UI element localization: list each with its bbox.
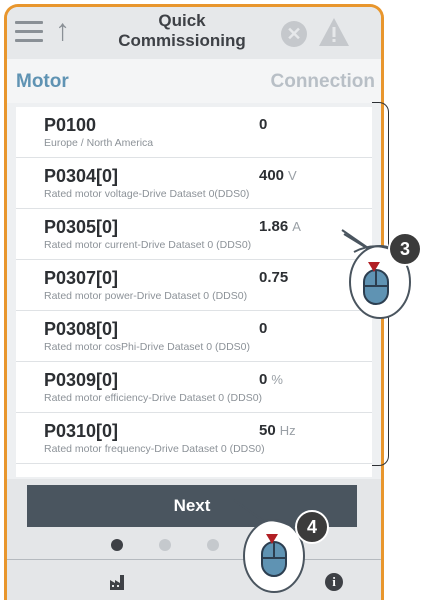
param-description: Rated motor power-Drive Dataset 0 (DDS0)	[44, 290, 248, 302]
param-id: P0305[0]	[44, 217, 119, 237]
page-dot-active[interactable]	[111, 539, 123, 551]
title-line-1: Quick	[158, 11, 206, 30]
param-description: Rated motor voltage-Drive Dataset 0(DDS0…	[44, 188, 250, 200]
page-dot[interactable]	[207, 539, 219, 551]
parameter-list[interactable]: P0100 Europe / North America 0 P0304[0] …	[16, 107, 372, 477]
menu-icon[interactable]	[15, 21, 43, 43]
step-badge: 3	[388, 232, 422, 266]
parameter-row[interactable]: P0305[0] Rated motor current-Drive Datas…	[16, 209, 372, 260]
value-number: 50	[259, 422, 276, 439]
parameter-row[interactable]: P0309[0] Rated motor efficiency-Drive Da…	[16, 362, 372, 413]
page-dot[interactable]	[159, 539, 171, 551]
param-value: 50 Hz	[259, 422, 296, 439]
phone-frame: ↑ Quick Commissioning ✕ Motor Connection…	[4, 4, 384, 600]
param-value: 0%	[259, 371, 283, 388]
param-description: Rated motor frequency-Drive Dataset 0 (D…	[44, 443, 265, 455]
param-value: 0	[259, 116, 271, 133]
value-number: 400	[259, 167, 285, 184]
fault-icon[interactable]: ✕	[281, 21, 307, 47]
tab-connection[interactable]: Connection	[271, 71, 376, 93]
back-arrow-icon[interactable]: ↑	[55, 13, 70, 49]
param-value: 1.86 A	[259, 218, 301, 235]
value-number: 0.75	[259, 269, 289, 286]
value-unit: A	[292, 219, 301, 234]
tab-bar: Motor Connection	[7, 59, 381, 103]
value-unit: %	[271, 372, 283, 387]
header-bar: ↑ Quick Commissioning ✕	[7, 7, 381, 59]
parameter-row[interactable]: P0307[0] Rated motor power-Drive Dataset…	[16, 260, 372, 311]
param-description: Rated motor efficiency-Drive Dataset 0 (…	[44, 392, 263, 404]
param-description: Rated motor cosPhi-Drive Dataset 0 (DDS0…	[44, 341, 250, 353]
parameter-row[interactable]: P0308[0] Rated motor cosPhi-Drive Datase…	[16, 311, 372, 362]
step-badge: 4	[295, 510, 329, 544]
param-value: 400 V	[259, 167, 297, 184]
info-icon[interactable]: i	[325, 573, 343, 591]
param-id: P0304[0]	[44, 166, 119, 186]
param-value: 0.75	[259, 269, 292, 286]
param-description: Europe / North America	[44, 137, 154, 149]
bottom-panel: Next i	[7, 479, 381, 600]
param-description: Rated motor current-Drive Dataset 0 (DDS…	[44, 239, 252, 251]
param-id: P0307[0]	[44, 268, 119, 288]
parameter-row[interactable]: P0100 Europe / North America 0	[16, 107, 372, 158]
value-number: 1.86	[259, 218, 289, 235]
param-id: P0310[0]	[44, 421, 119, 441]
tab-motor[interactable]: Motor	[16, 71, 69, 93]
title-line-2: Commissioning	[118, 31, 246, 50]
value-unit: Hz	[279, 423, 296, 438]
parameter-row-partial[interactable]: ▬▬▬▬▬	[16, 464, 372, 477]
parameter-row[interactable]: P0304[0] Rated motor voltage-Drive Datas…	[16, 158, 372, 209]
value-number: 0	[259, 116, 268, 133]
param-value: 0	[259, 320, 271, 337]
page-title: Quick Commissioning	[102, 11, 262, 51]
param-id: P0309[0]	[44, 370, 119, 390]
param-id-cutoff: ▬▬▬▬▬	[44, 471, 134, 477]
value-number: 0	[259, 371, 268, 388]
warning-icon[interactable]	[317, 16, 351, 48]
factory-icon[interactable]	[109, 571, 129, 591]
parameter-row[interactable]: P0310[0] Rated motor frequency-Drive Dat…	[16, 413, 372, 464]
divider	[7, 559, 381, 560]
value-number: 0	[259, 320, 268, 337]
param-id: P0100	[44, 115, 97, 135]
param-id: P0308[0]	[44, 319, 119, 339]
value-unit: V	[288, 168, 297, 183]
